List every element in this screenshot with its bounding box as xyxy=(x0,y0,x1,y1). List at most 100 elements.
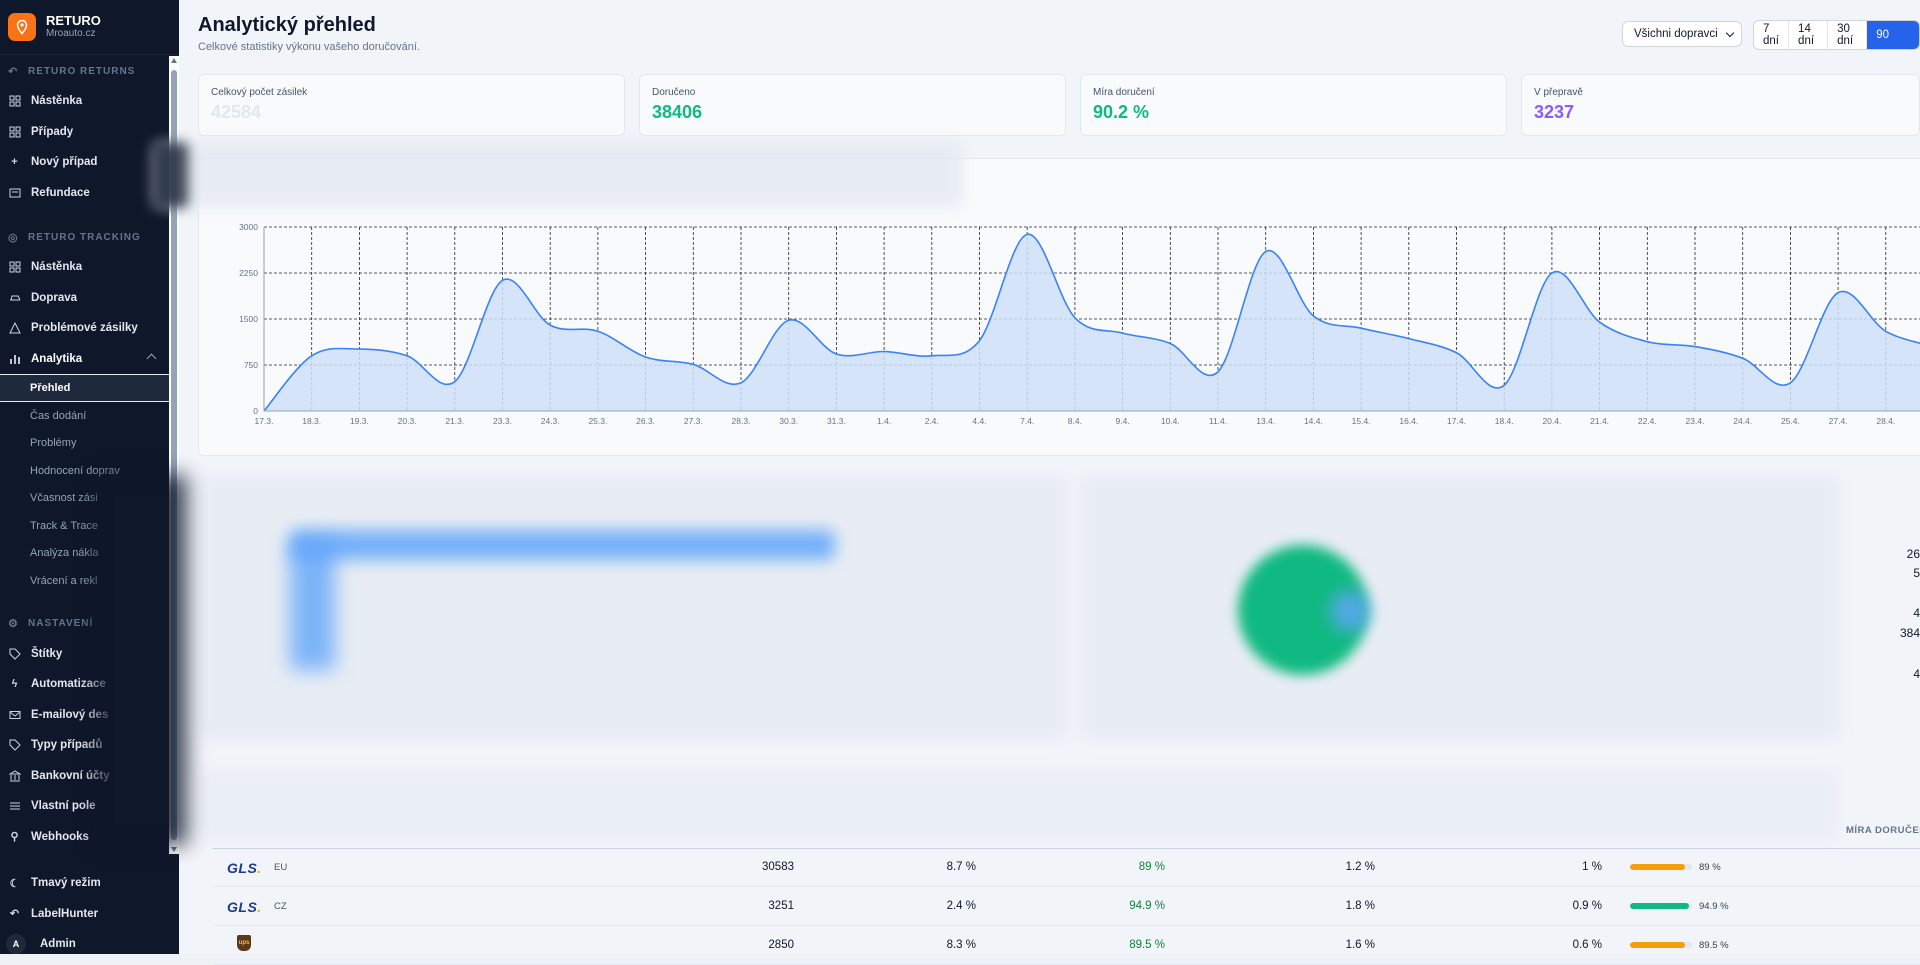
dark-mode-toggle[interactable]: ☾ Tmavý režim xyxy=(0,868,179,899)
sidebar-subitem-overview[interactable]: Přehled xyxy=(0,374,169,402)
carrier-region: CZ xyxy=(274,901,287,912)
delivery-rate-label: 89.5 % xyxy=(1699,940,1729,951)
brand-subtitle: Mroauto.cz xyxy=(46,28,96,39)
truck-icon xyxy=(8,291,21,304)
chart-area-fill xyxy=(264,234,1920,411)
x-tick-label: 4.4. xyxy=(972,416,986,425)
x-tick-label: 17.3. xyxy=(255,416,274,425)
legend-value: 384 xyxy=(1899,626,1920,640)
table-cell: 8.7 % xyxy=(946,861,976,873)
page-title: Analytický přehled xyxy=(198,14,376,36)
x-tick-label: 17.4. xyxy=(1447,416,1466,425)
stat-card-total: Celkový počet zásilek 42584 xyxy=(198,74,625,136)
x-tick-label: 28.3. xyxy=(732,416,751,425)
stat-card-delivery-rate: Míra doručení 90.2 % xyxy=(1080,74,1507,136)
bar-chart-icon xyxy=(8,352,21,365)
sidebar-item-problem-shipments[interactable]: Problémové zásilky xyxy=(0,313,169,344)
mail-icon xyxy=(8,708,21,721)
table-cell: 1 % xyxy=(1582,861,1602,873)
sidebar-item-dashboard-tracking[interactable]: Nástěnka xyxy=(0,252,169,283)
sidebar-subitem-problems[interactable]: Problémy xyxy=(0,430,169,458)
sidebar-item-shipping[interactable]: Doprava xyxy=(0,283,169,314)
x-tick-label: 9.4. xyxy=(1116,416,1130,425)
range-14-days-button[interactable]: 14 dní xyxy=(1789,21,1829,49)
labelhunter-link[interactable]: ↶ LabelHunter xyxy=(0,899,179,930)
blurred-panel-right xyxy=(1080,475,1840,740)
x-tick-label: 24.4. xyxy=(1733,416,1752,425)
blurred-bar xyxy=(290,530,835,560)
carrier-select[interactable]: Všichni dopravci xyxy=(1622,21,1742,47)
sidebar-item-dashboard-returns[interactable]: Nástěnka xyxy=(0,86,169,117)
x-tick-label: 22.4. xyxy=(1638,416,1657,425)
range-7-days-button[interactable]: 7 dní xyxy=(1754,21,1790,49)
avatar: A xyxy=(6,934,26,954)
ups-logo-icon: ups xyxy=(237,935,251,951)
bank-icon xyxy=(8,769,21,782)
stat-value: 90.2 % xyxy=(1093,102,1150,122)
x-tick-label: 15.4. xyxy=(1352,416,1371,425)
table-cell: 8.3 % xyxy=(946,939,976,951)
range-30-days-button[interactable]: 30 dní xyxy=(1828,21,1868,49)
delivery-rate-label: 89 % xyxy=(1699,862,1721,873)
moon-icon: ☾ xyxy=(9,877,20,890)
x-tick-label: 8.4. xyxy=(1068,416,1082,425)
receipt-icon xyxy=(8,186,21,199)
shipments-count: 2850 xyxy=(768,939,794,951)
scroll-down-arrow-icon[interactable] xyxy=(171,847,177,852)
table-cell: 2.4 % xyxy=(946,900,976,912)
x-tick-label: 25.3. xyxy=(588,416,607,425)
sidebar-bottom: ☾ Tmavý režim ↶ LabelHunter A Admin xyxy=(0,868,179,954)
blurred-sidebar-overlay xyxy=(153,142,188,208)
table-cell: 0.9 % xyxy=(1572,900,1602,912)
plus-icon: + xyxy=(11,156,18,169)
scroll-up-arrow-icon[interactable] xyxy=(171,58,177,63)
gls-logo-icon: GLS. xyxy=(227,899,262,915)
x-tick-label: 27.4. xyxy=(1829,416,1848,425)
legend-value: 5 xyxy=(1913,566,1920,580)
sidebar-item-new-case[interactable]: + Nový případ xyxy=(0,147,169,178)
sidebar-subitem-delivery-time[interactable]: Čas dodání xyxy=(0,402,169,430)
table-cell: 1.8 % xyxy=(1345,900,1375,912)
y-tick-label: 2250 xyxy=(239,268,258,278)
stat-card-in-transit: V přepravě 3237 xyxy=(1521,74,1920,136)
table-row[interactable]: GLS. EU 30583 8.7 % 89 % 1.2 % 1 % 89 % xyxy=(213,848,1920,887)
sidebar-item-cases[interactable]: Případy xyxy=(0,117,169,148)
stat-value: 38406 xyxy=(652,102,703,122)
x-tick-label: 19.3. xyxy=(350,416,369,425)
location-pin-icon: ◎ xyxy=(8,231,19,244)
x-tick-label: 16.4. xyxy=(1399,416,1418,425)
x-tick-label: 7.4. xyxy=(1020,416,1034,425)
carrier-name: GLS xyxy=(227,899,258,915)
x-tick-label: 24.3. xyxy=(541,416,560,425)
x-tick-label: 21.4. xyxy=(1590,416,1609,425)
brand[interactable]: RETURO Mroauto.cz xyxy=(0,0,179,55)
table-row[interactable]: ups 2850 8.3 % 89.5 % 1.6 % 0.6 % 89.5 % xyxy=(213,926,1920,965)
x-tick-label: 20.4. xyxy=(1542,416,1561,425)
range-90-days-button[interactable]: 90 xyxy=(1867,21,1919,49)
stat-value: 42584 xyxy=(211,102,262,122)
x-tick-label: 13.4. xyxy=(1256,416,1275,425)
delivery-rate-bar xyxy=(1630,903,1692,909)
delivery-rate-bar xyxy=(1630,942,1692,948)
x-tick-label: 1.4. xyxy=(877,416,891,425)
shipments-area-chart: 0 750 1500 2250 3000 17.3. 18.3. 19.3. 20.3. 21.3… xyxy=(239,222,1920,425)
x-tick-label: 11.4. xyxy=(1209,416,1227,425)
undo-icon: ↶ xyxy=(8,65,19,78)
undo-icon: ↶ xyxy=(9,908,20,921)
chevron-down-icon xyxy=(1725,28,1735,38)
chevron-up-icon[interactable] xyxy=(146,353,157,363)
x-tick-label: 28.4. xyxy=(1876,416,1895,425)
table-cell: 0.6 % xyxy=(1572,939,1602,951)
sidebar-item-refunds[interactable]: Refundace xyxy=(0,178,169,209)
x-tick-label: 23.4. xyxy=(1686,416,1705,425)
user-profile[interactable]: A Admin xyxy=(0,929,179,954)
table-row[interactable]: GLS. CZ 3251 2.4 % 94.9 % 1.8 % 0.9 % 94.9 % xyxy=(213,887,1920,926)
x-tick-label: 30.3. xyxy=(779,416,798,425)
list-icon xyxy=(8,800,21,813)
legend-value: 4 xyxy=(1913,667,1920,681)
sidebar-item-analytics[interactable]: Analytika xyxy=(0,344,169,375)
x-tick-label: 27.3. xyxy=(684,416,703,425)
date-range-group: 7 dní 14 dní 30 dní 90 xyxy=(1753,20,1920,50)
x-tick-label: 26.3. xyxy=(636,416,655,425)
page-subtitle: Celkové statistiky výkonu vašeho doručov… xyxy=(198,41,420,53)
